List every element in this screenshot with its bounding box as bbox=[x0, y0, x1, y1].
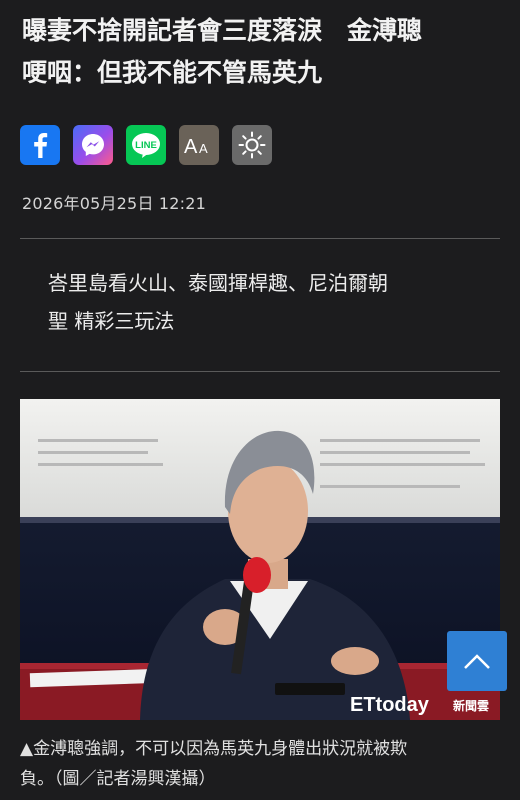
sun-icon bbox=[238, 131, 266, 159]
photo-watermark-brand: ETtoday bbox=[350, 694, 430, 716]
caption-line-2: 負。（圖／記者湯興漢攝） bbox=[20, 769, 216, 789]
scroll-to-top-button[interactable] bbox=[447, 631, 507, 691]
facebook-icon bbox=[34, 133, 48, 158]
headline-line-2: 哽咽：但我不能不管馬英九 bbox=[22, 58, 323, 87]
promo-link-line-1: 峇里島看火山、泰國揮桿趣、尼泊爾朝 bbox=[48, 271, 388, 295]
messenger-share-button[interactable] bbox=[73, 125, 113, 165]
photo-caption: ▲金溥聰強調，不可以因為馬英九身體出狀況就被欺 負。（圖／記者湯興漢攝） bbox=[20, 734, 504, 794]
messenger-icon bbox=[82, 134, 104, 156]
publish-timestamp: 2026年05月25日 12:21 bbox=[22, 194, 207, 213]
svg-text:A: A bbox=[184, 136, 198, 158]
font-size-button[interactable]: A A bbox=[179, 125, 219, 165]
divider-bottom bbox=[20, 371, 500, 372]
theme-toggle-button[interactable] bbox=[232, 125, 272, 165]
line-icon-label: LINE bbox=[135, 140, 157, 151]
facebook-share-button[interactable] bbox=[20, 125, 60, 165]
svg-text:A: A bbox=[199, 141, 208, 156]
divider-top bbox=[20, 238, 500, 239]
headline-line-1: 曝妻不捨開記者會三度落淚 金溥聰 bbox=[22, 16, 423, 45]
share-toolbar: LINE A A bbox=[20, 125, 285, 165]
promo-link[interactable]: 峇里島看火山、泰國揮桿趣、尼泊爾朝 聖 精彩三玩法 bbox=[48, 264, 468, 340]
caption-line-1: ▲金溥聰強調，不可以因為馬英九身體出狀況就被欺 bbox=[20, 739, 408, 759]
photo-watermark-sub: 新聞雲 bbox=[453, 698, 489, 713]
chevron-up-icon bbox=[464, 654, 490, 669]
line-share-button[interactable]: LINE bbox=[126, 125, 166, 165]
article-headline: 曝妻不捨開記者會三度落淚 金溥聰 哽咽：但我不能不管馬英九 bbox=[22, 10, 502, 94]
line-icon: LINE bbox=[132, 133, 160, 158]
promo-link-line-2: 聖 精彩三玩法 bbox=[48, 309, 175, 333]
article-photo: ETtoday 新聞雲 bbox=[20, 399, 500, 720]
font-size-icon: A A bbox=[184, 136, 208, 158]
